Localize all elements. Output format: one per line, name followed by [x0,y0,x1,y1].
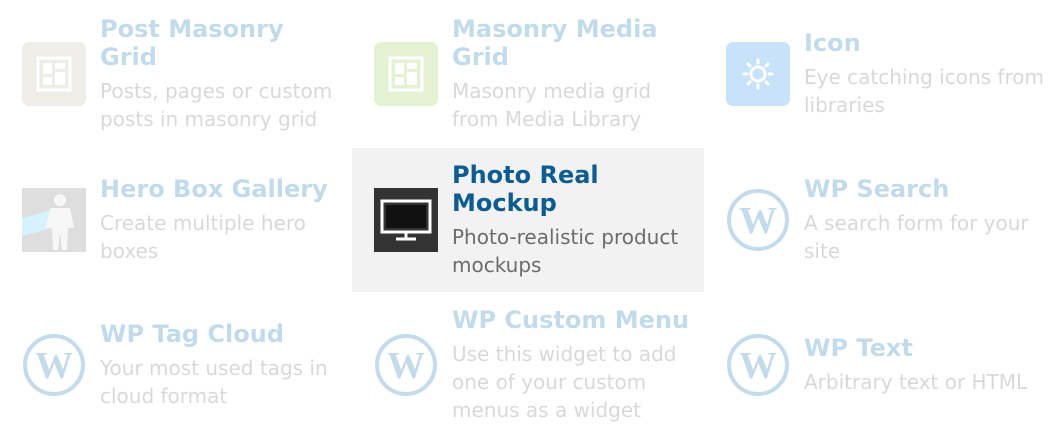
widget-title: Icon [804,29,861,57]
widget-description: Arbitrary text or HTML [804,370,1028,394]
widget-wp-tag-cloud[interactable]: W WP Tag Cloud Your most used tags in cl… [0,292,352,438]
widget-wp-custom-menu[interactable]: W WP Custom Menu Use this widget to add … [352,292,704,438]
widget-wp-text[interactable]: W WP Text Arbitrary text or HTML [704,292,1060,438]
widget-title: WP Search [804,175,950,203]
wordpress-icon: W [726,333,790,397]
widget-hero-box-gallery[interactable]: Hero Box Gallery Create multiple hero bo… [0,148,352,292]
gear-icon [726,42,790,106]
widget-masonry-media-grid[interactable]: Masonry Media Grid Masonry media grid fr… [352,0,704,148]
widget-description: Create multiple hero boxes [100,211,306,263]
widget-title: WP Text [804,334,913,362]
monitor-icon [374,188,438,252]
media-grid-icon [374,42,438,106]
widget-title: Post Masonry Grid [100,15,284,71]
widget-title: WP Custom Menu [452,306,690,334]
widget-description: Posts, pages or custom posts in masonry … [100,79,333,131]
widget-grid: Post Masonry Grid Posts, pages or custom… [0,0,1060,438]
widget-wp-search[interactable]: W WP Search A search form for your site [704,148,1060,292]
widget-description: Photo-realistic product mockups [452,225,679,277]
widget-description: A search form for your site [804,211,1029,263]
svg-text:W: W [739,345,777,387]
widget-photo-real-mockup[interactable]: Photo Real Mockup Photo-realistic produc… [352,148,704,292]
wordpress-icon: W [22,333,86,397]
masonry-grid-icon [22,42,86,106]
wordpress-icon: W [374,333,438,397]
widget-title: Photo Real Mockup [452,161,599,217]
widget-description: Eye catching icons from libraries [804,65,1044,117]
svg-text:W: W [739,200,777,242]
widget-title: Masonry Media Grid [452,15,658,71]
wordpress-icon: W [726,188,790,252]
svg-text:W: W [35,345,73,387]
widget-description: Masonry media grid from Media Library [452,79,652,131]
svg-text:W: W [387,345,425,387]
hero-figure-icon [22,188,86,252]
widget-title: Hero Box Gallery [100,175,328,203]
widget-description: Use this widget to add one of your custo… [452,342,677,422]
widget-description: Your most used tags in cloud format [100,356,328,408]
widget-title: WP Tag Cloud [100,320,285,348]
widget-icon[interactable]: Icon Eye catching icons from libraries [704,0,1060,148]
widget-post-masonry-grid[interactable]: Post Masonry Grid Posts, pages or custom… [0,0,352,148]
